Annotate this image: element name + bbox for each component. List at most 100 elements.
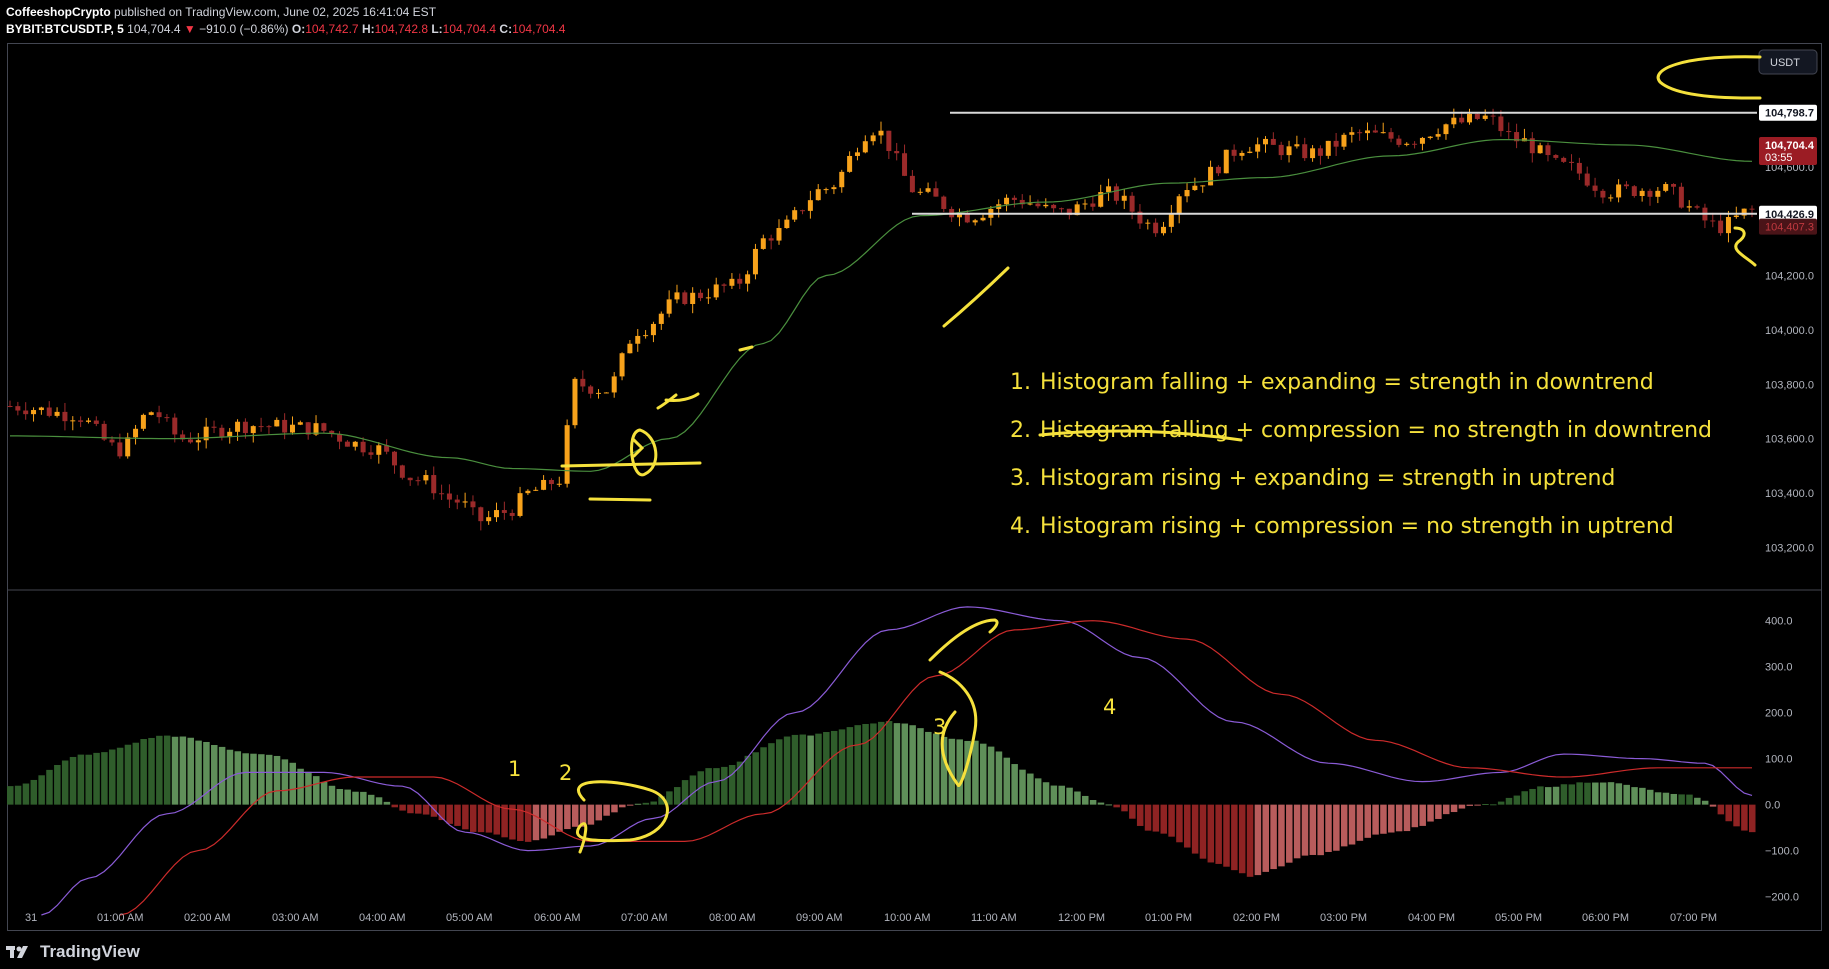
candle-body (494, 510, 500, 518)
candle-body (541, 479, 547, 490)
candle-body (1498, 116, 1504, 132)
price-tick-label: 103,800.0 (1765, 379, 1814, 391)
candle-body (1482, 115, 1488, 119)
candle-body (1443, 124, 1449, 135)
candle-body (258, 426, 264, 428)
histogram-bar (775, 739, 783, 805)
candle-body (1035, 203, 1041, 207)
histogram-bar (564, 804, 571, 830)
candle-body (337, 433, 343, 442)
histogram-bar (1254, 804, 1262, 876)
candle-body (1357, 132, 1363, 134)
histogram-bar (1246, 804, 1254, 877)
histogram-bar (532, 804, 540, 841)
histogram-bar (697, 771, 705, 805)
candle-body (776, 228, 782, 241)
candle-body (85, 420, 91, 422)
histogram-bar (1011, 764, 1018, 805)
candle-body (289, 424, 295, 433)
candle-body (1082, 203, 1088, 205)
candle-body (1215, 166, 1221, 174)
candle-body (1616, 184, 1622, 198)
histogram-bar (61, 760, 69, 805)
histogram-bar (1364, 804, 1372, 838)
candle-body (792, 210, 798, 220)
histogram-bar (972, 740, 979, 805)
candle-body (572, 378, 578, 426)
histogram-bar (415, 804, 422, 814)
histogram-bar (1631, 787, 1638, 805)
tradingview-logo-icon (6, 946, 28, 958)
candle-body (62, 411, 68, 422)
macd-pane[interactable] (7, 606, 1756, 916)
histogram-bar (1097, 802, 1105, 805)
candle-body (211, 426, 217, 428)
candle-body (1694, 206, 1700, 208)
candle-body (509, 512, 515, 516)
histogram-bar (932, 733, 940, 805)
candle-body (1255, 144, 1261, 152)
histogram-bar (109, 749, 116, 805)
candle-body (1168, 214, 1174, 227)
candle-body (1145, 222, 1151, 224)
candle-body (266, 426, 272, 428)
histogram-bar (1074, 791, 1081, 805)
histogram-bar (218, 746, 226, 805)
candle-body (1223, 149, 1229, 174)
histogram-bar (77, 754, 85, 805)
histogram-bar (728, 765, 736, 805)
histogram-bar (925, 731, 932, 805)
note-text: Histogram falling + compression = no str… (1040, 418, 1713, 443)
candle-body (760, 238, 766, 249)
candle-body (1671, 184, 1677, 187)
time-tick-label: 12:00 PM (1058, 912, 1105, 924)
histogram-bar (1333, 804, 1340, 851)
histogram-bar (1419, 804, 1426, 826)
histogram-bar (1286, 804, 1293, 863)
histogram-bar (1184, 804, 1191, 848)
candle-body (1490, 115, 1496, 117)
histogram-bar (1615, 783, 1623, 805)
histogram-bar (1215, 804, 1222, 864)
candle-body (870, 135, 876, 142)
candle-body (78, 420, 84, 422)
candle-body (1011, 197, 1017, 200)
candle-body (274, 419, 280, 427)
candle-body (1176, 196, 1182, 215)
candle-body (823, 189, 829, 191)
candle-body (376, 445, 382, 455)
histogram-bar (1042, 782, 1050, 805)
histogram-bar (556, 804, 563, 832)
candle-body (1710, 220, 1716, 222)
histogram-bar (352, 791, 359, 805)
candle-body (1545, 145, 1551, 156)
candle-body (462, 501, 468, 503)
time-tick-label: 06:00 AM (534, 912, 580, 924)
time-tick-label: 10:00 AM (884, 912, 930, 924)
countdown-label: 03:55 (1765, 152, 1793, 164)
candle-body (1623, 184, 1629, 187)
histogram-bar (1741, 804, 1748, 831)
candle-body (486, 517, 492, 522)
candle-body (862, 141, 868, 153)
histogram-bar (1513, 795, 1521, 805)
histogram-bar (493, 804, 501, 835)
candle-body (886, 130, 892, 152)
histogram-bar (1701, 800, 1709, 805)
candle-body (368, 452, 374, 455)
candle-body (556, 483, 562, 485)
histogram-bar (1450, 804, 1458, 813)
candle-body (117, 442, 123, 457)
histogram-bar (1207, 804, 1215, 863)
histogram-bar (54, 764, 61, 805)
histogram-bar (1709, 804, 1717, 807)
price-tick-label: 103,400.0 (1765, 488, 1814, 500)
brand-text[interactable]: TradingView (40, 942, 140, 962)
histogram-bar (1160, 804, 1167, 834)
time-tick-label: 06:00 PM (1582, 912, 1629, 924)
histogram-bar (619, 804, 626, 808)
histogram-bar (768, 743, 775, 805)
candle-body (1678, 186, 1684, 208)
candle-body (1569, 161, 1575, 163)
time-tick-label: 01:00 AM (97, 912, 143, 924)
